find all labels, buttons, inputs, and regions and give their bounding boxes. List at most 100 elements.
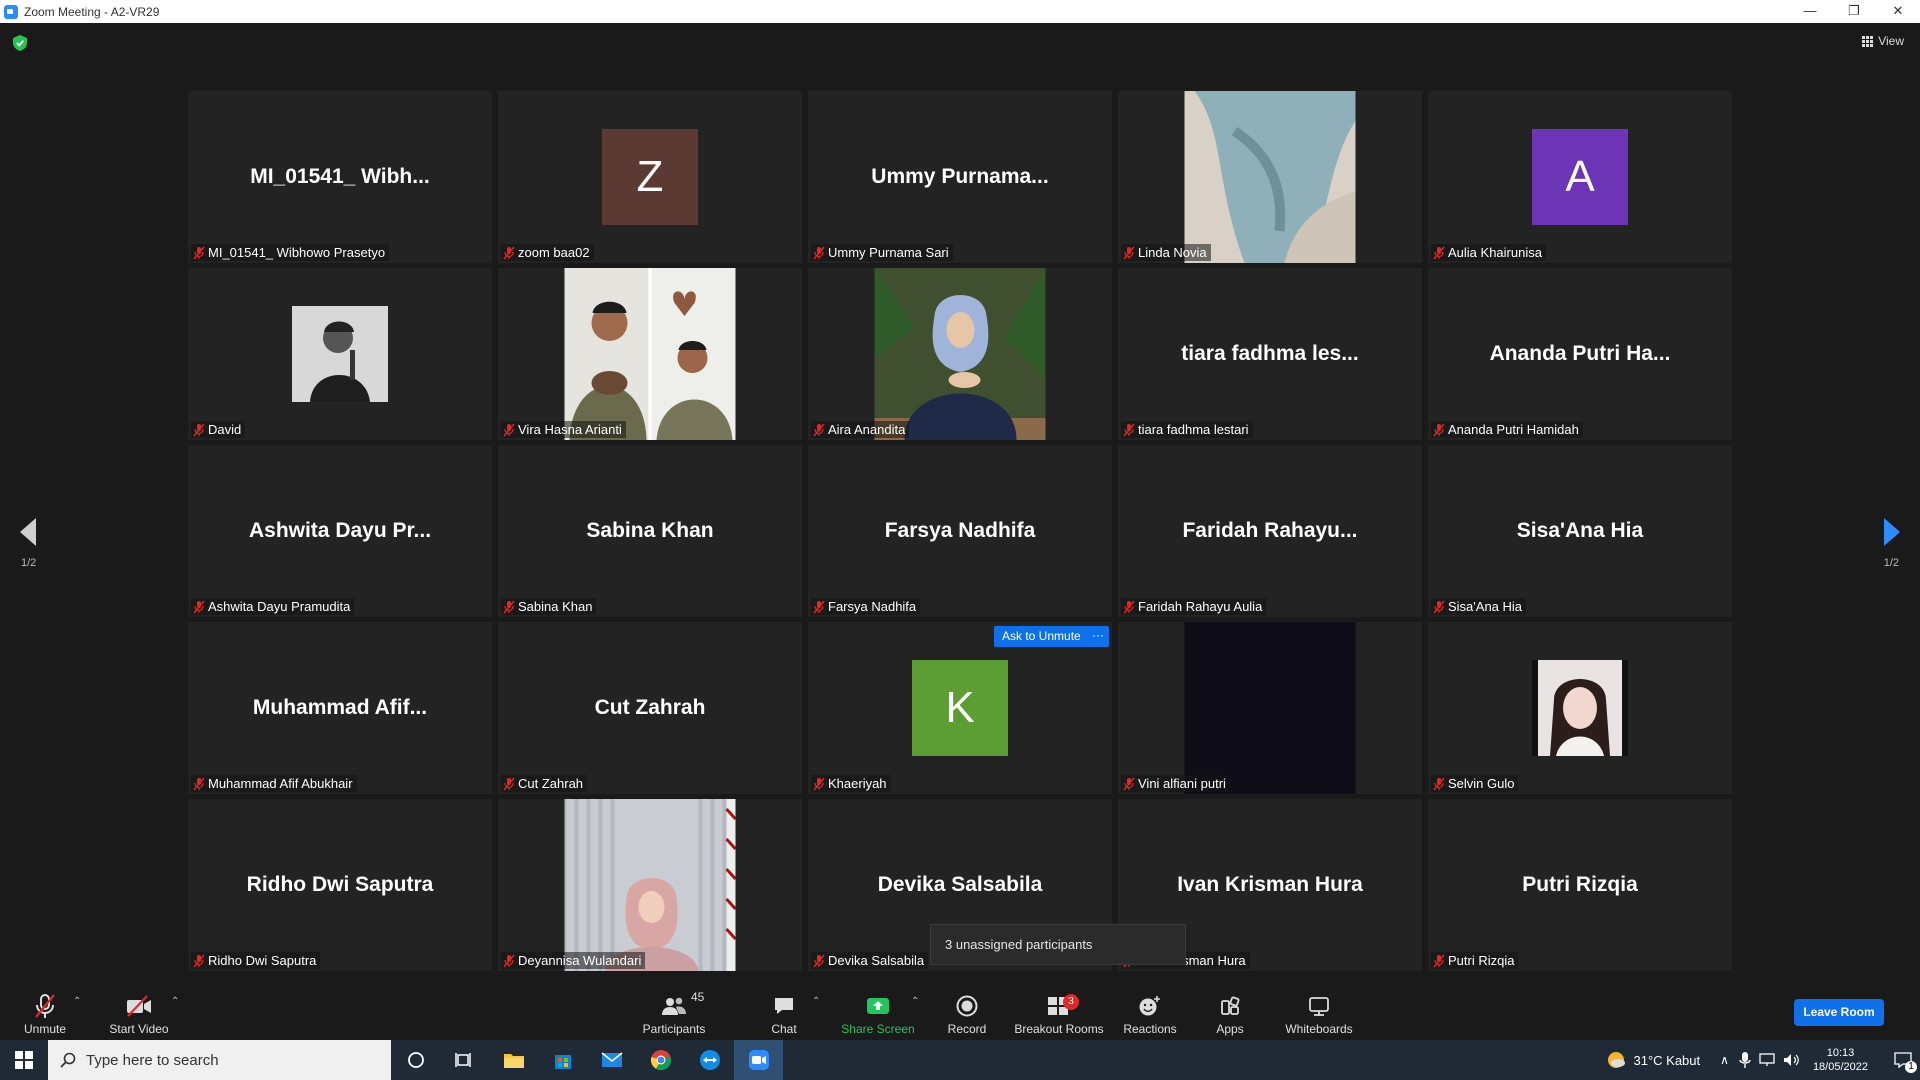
participant-nameplate: Farsya Nadhifa: [811, 598, 921, 615]
more-options-button[interactable]: ···: [1087, 626, 1109, 647]
participant-tile[interactable]: Putri Rizqia Putri Rizqia: [1428, 799, 1732, 971]
task-view-button[interactable]: [440, 1040, 489, 1080]
participant-avatar: Z: [602, 129, 698, 225]
ask-to-unmute-button[interactable]: Ask to Unmute: [994, 626, 1089, 647]
previous-page-arrow-icon[interactable]: [20, 518, 38, 546]
share-screen-button[interactable]: Share Screen: [838, 978, 918, 1040]
participant-name: Faridah Rahayu Aulia: [1138, 599, 1263, 614]
participant-name: Vira Hasna Arianti: [518, 422, 622, 437]
start-button[interactable]: [0, 1040, 48, 1080]
chat-options-caret-icon[interactable]: ⌃: [812, 996, 820, 1007]
participant-tile[interactable]: Ashwita Dayu Pr... Ashwita Dayu Pramudita: [188, 445, 492, 617]
participant-tile[interactable]: Aira Anandita: [808, 268, 1112, 440]
participant-name: Ananda Putri Hamidah: [1448, 422, 1579, 437]
leave-room-button[interactable]: Leave Room: [1794, 999, 1884, 1026]
participant-tile[interactable]: tiara fadhma les... tiara fadhma lestari: [1118, 268, 1422, 440]
unmute-button[interactable]: Unmute: [20, 978, 70, 1040]
participant-name: tiara fadhma lestari: [1138, 422, 1249, 437]
store-button[interactable]: [538, 1040, 587, 1080]
participant-name: Putri Rizqia: [1448, 953, 1515, 968]
participant-tile[interactable]: Faridah Rahayu... Faridah Rahayu Aulia: [1118, 445, 1422, 617]
participant-tile[interactable]: A Aulia Khairunisa: [1428, 91, 1732, 263]
start-video-label: Start Video: [109, 1022, 169, 1036]
participant-display-name: Muhammad Afif...: [252, 696, 428, 719]
mic-muted-icon: [1123, 600, 1135, 613]
participant-tile[interactable]: Cut Zahrah Cut Zahrah: [498, 622, 802, 794]
apps-button[interactable]: Apps: [1210, 978, 1250, 1040]
file-explorer-button[interactable]: [489, 1040, 538, 1080]
taskbar-search-box[interactable]: Type here to search: [48, 1040, 391, 1080]
whiteboards-label: Whiteboards: [1285, 1022, 1353, 1036]
participant-name: Vini alfiani putri: [1138, 776, 1226, 791]
reactions-button[interactable]: Reactions: [1120, 978, 1180, 1040]
zoom-taskbar-button[interactable]: [734, 1040, 783, 1080]
store-bag-icon: [554, 1055, 571, 1069]
weather-sun-icon: [1607, 1052, 1625, 1068]
volume-icon[interactable]: [1783, 1053, 1801, 1067]
windows-taskbar: Type here to search 31°C Kabut ∧ 10:13 1…: [0, 1040, 1920, 1080]
mic-muted-icon: [503, 246, 515, 259]
mic-muted-icon: [193, 600, 205, 613]
chrome-button[interactable]: [636, 1040, 685, 1080]
participant-tile[interactable]: Farsya Nadhifa Farsya Nadhifa: [808, 445, 1112, 617]
minimize-button[interactable]: —: [1788, 0, 1832, 23]
clock[interactable]: 10:13 18/05/2022: [1813, 1046, 1868, 1074]
breakout-rooms-label: Breakout Rooms: [1014, 1022, 1104, 1036]
participant-tile[interactable]: David: [188, 268, 492, 440]
action-center-button[interactable]: 1: [1886, 1040, 1920, 1080]
security-shield-icon[interactable]: [13, 35, 27, 51]
participant-tile[interactable]: Linda Novia: [1118, 91, 1422, 263]
mail-button[interactable]: [587, 1040, 636, 1080]
participant-tile[interactable]: Zzoom baa02: [498, 91, 802, 263]
participant-nameplate: Devika Salsabila: [811, 952, 929, 969]
participant-video: [292, 306, 388, 402]
participant-tile[interactable]: Ummy Purnama... Ummy Purnama Sari: [808, 91, 1112, 263]
participant-nameplate: MI_01541_ Wibhowo Prasetyo: [191, 244, 390, 261]
mic-muted-icon: [813, 954, 825, 967]
participant-tile[interactable]: Sabina Khan Sabina Khan: [498, 445, 802, 617]
view-button[interactable]: View: [1862, 34, 1904, 48]
whiteboards-button[interactable]: Whiteboards: [1280, 978, 1358, 1040]
cortana-button[interactable]: [391, 1040, 440, 1080]
participant-name: Sisa'Ana Hia: [1448, 599, 1523, 614]
chat-bubble-icon: [775, 998, 793, 1014]
participant-name: Aulia Khairunisa: [1448, 245, 1542, 260]
tray-microphone-icon[interactable]: [1739, 1052, 1751, 1068]
mic-muted-icon: [1433, 423, 1445, 436]
participant-display-name: Sisa'Ana Hia: [1516, 519, 1644, 542]
participant-tile[interactable]: Ananda Putri Ha... Ananda Putri Hamidah: [1428, 268, 1732, 440]
participant-nameplate: Ummy Purnama Sari: [811, 244, 953, 261]
participants-button[interactable]: 45 Participants: [640, 978, 708, 1040]
mic-muted-icon: [193, 246, 205, 259]
record-button[interactable]: Record: [942, 978, 992, 1040]
participant-video: [874, 268, 1046, 440]
show-hidden-icons-chevron-icon[interactable]: ∧: [1720, 1053, 1729, 1067]
weather-text[interactable]: 31°C Kabut: [1634, 1053, 1701, 1068]
next-page-arrow-icon[interactable]: [1882, 518, 1900, 546]
network-icon[interactable]: [1759, 1053, 1777, 1067]
breakout-rooms-button[interactable]: 3 Breakout Rooms: [1013, 978, 1105, 1040]
participant-tile[interactable]: Sisa'Ana Hia Sisa'Ana Hia: [1428, 445, 1732, 617]
participant-display-name: Ummy Purnama...: [871, 165, 1049, 188]
participant-name: Linda Novia: [1138, 245, 1207, 260]
share-options-caret-icon[interactable]: ⌃: [911, 996, 919, 1007]
close-button[interactable]: ✕: [1876, 0, 1920, 23]
participant-tile[interactable]: K Khaeriyah: [808, 622, 1112, 794]
participant-nameplate: Muhammad Afif Abukhair: [191, 775, 357, 792]
participant-tile[interactable]: Muhammad Afif... Muhammad Afif Abukhair: [188, 622, 492, 794]
chat-button[interactable]: Chat: [764, 978, 804, 1040]
teamviewer-button[interactable]: [685, 1040, 734, 1080]
participant-tile[interactable]: Vini alfiani putri: [1118, 622, 1422, 794]
video-camera-off-icon: [127, 995, 151, 1017]
start-video-button[interactable]: Start Video: [104, 978, 174, 1040]
participant-name: Khaeriyah: [828, 776, 887, 791]
participant-tile[interactable]: Selvin Gulo: [1428, 622, 1732, 794]
video-options-caret-icon[interactable]: ⌃: [171, 996, 179, 1007]
restore-button[interactable]: ❐: [1832, 0, 1876, 23]
participant-tile[interactable]: Vira Hasna Arianti: [498, 268, 802, 440]
audio-options-caret-icon[interactable]: ⌃: [73, 996, 81, 1007]
participant-tile[interactable]: Ridho Dwi Saputra Ridho Dwi Saputra: [188, 799, 492, 971]
participant-tile[interactable]: MI_01541_ Wibh... MI_01541_ Wibhowo Prase…: [188, 91, 492, 263]
breakout-tooltip: 3 unassigned participants: [930, 924, 1186, 965]
participant-tile[interactable]: Deyannisa Wulandari: [498, 799, 802, 971]
